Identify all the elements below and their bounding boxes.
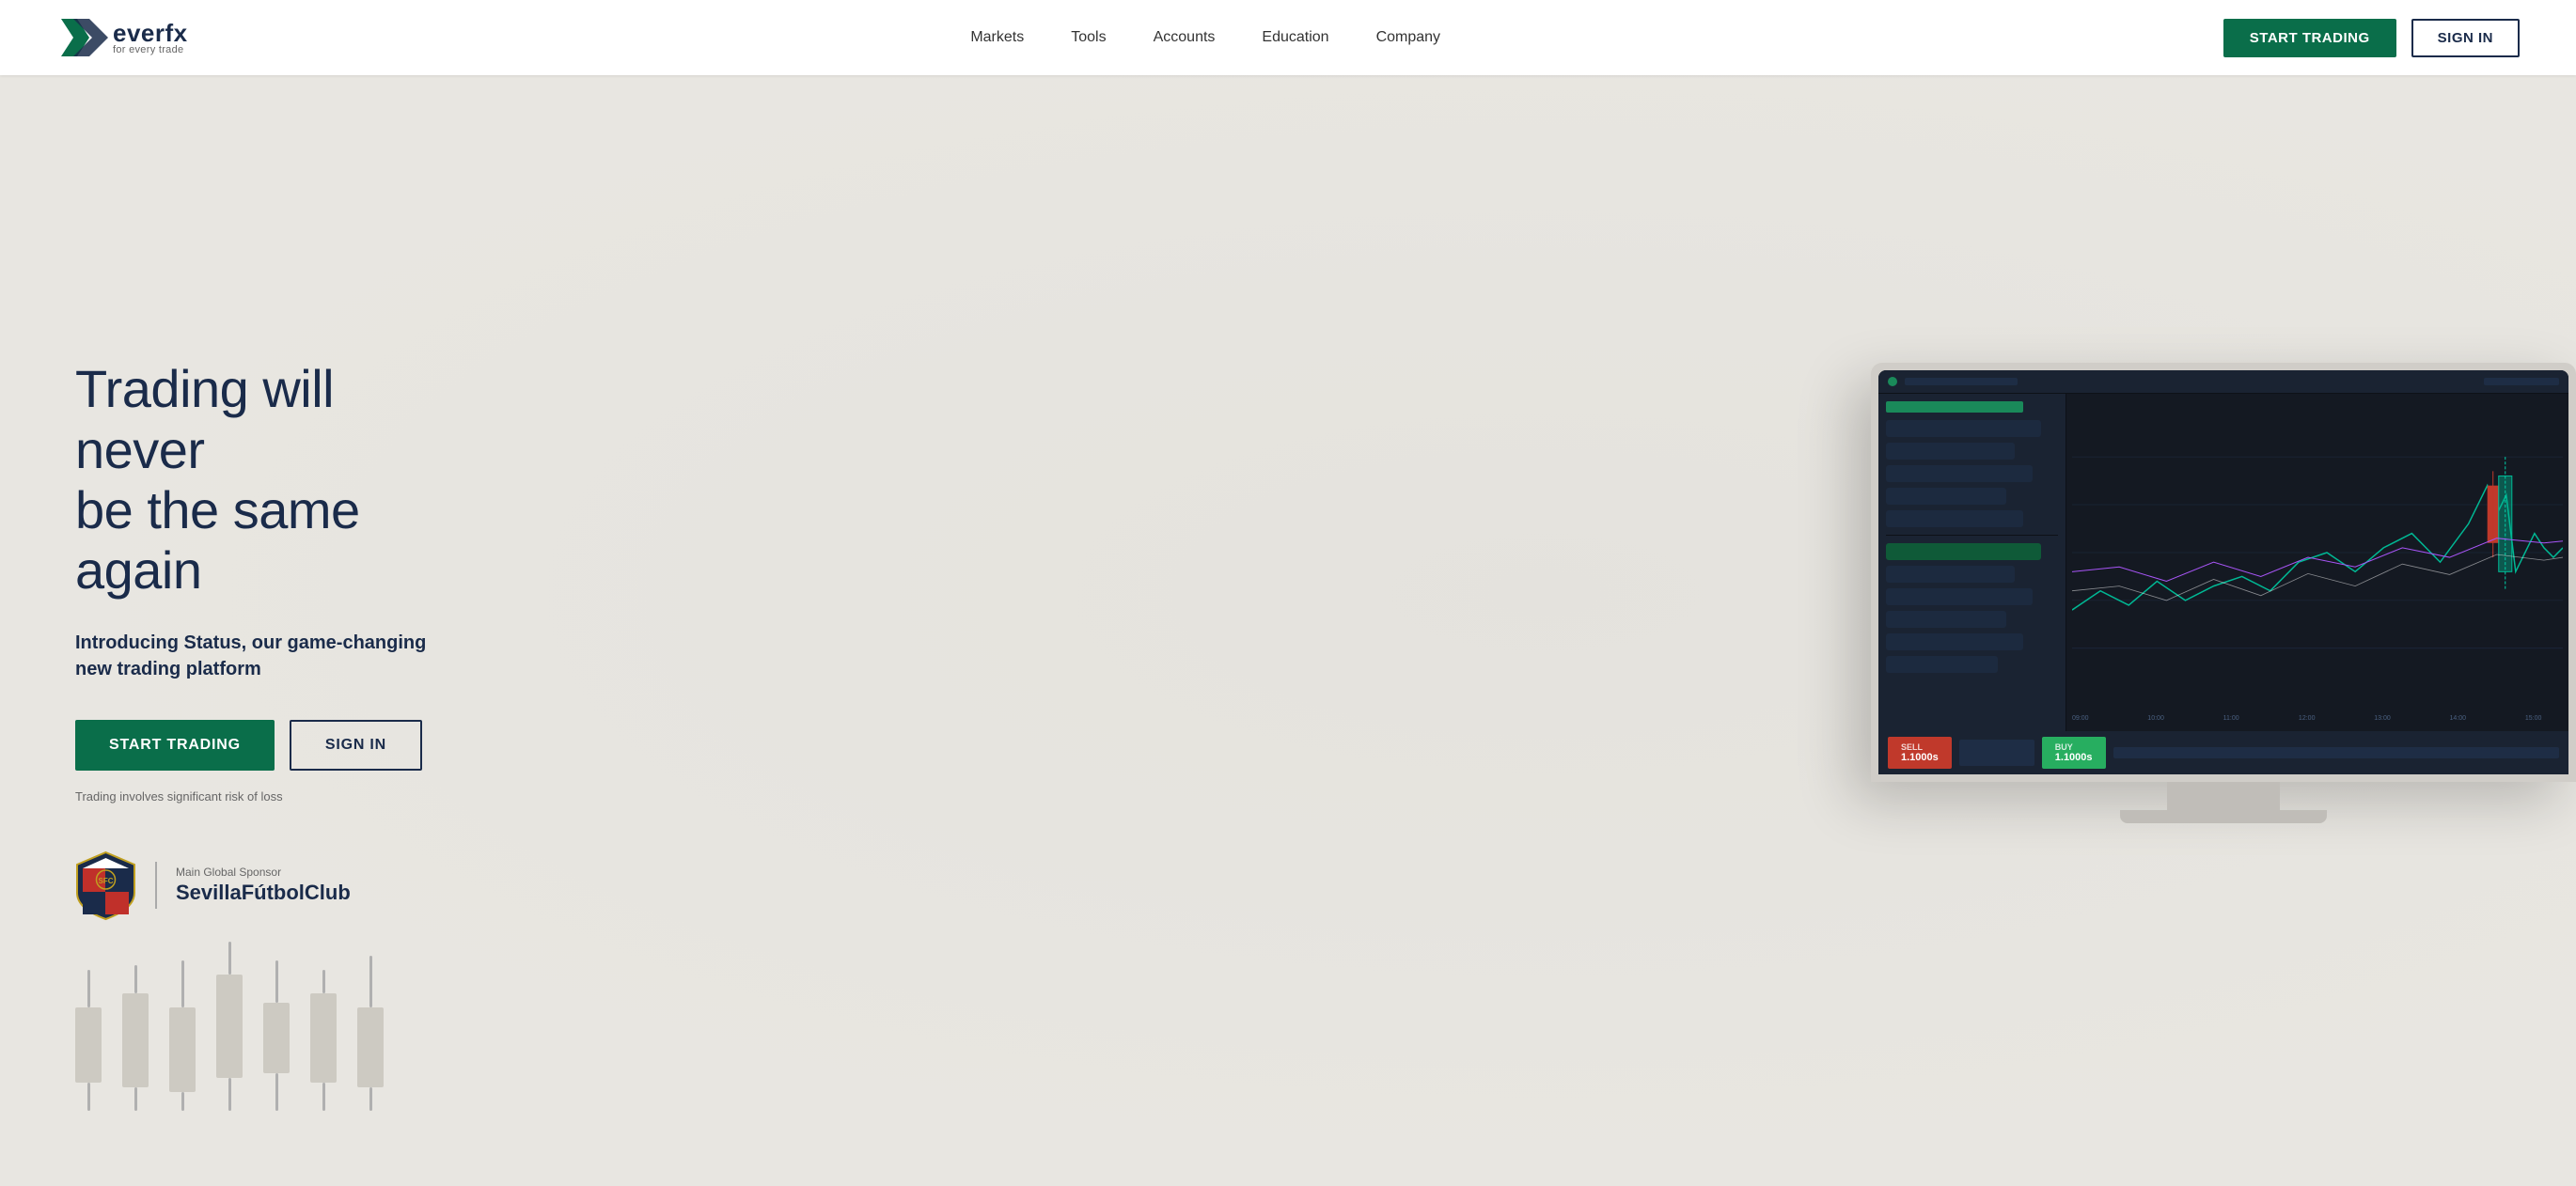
- hero-section: Trading will never be the same again Int…: [0, 0, 2576, 1186]
- sidebar-divider: [1886, 535, 2058, 536]
- logo-name: everfx: [113, 21, 188, 45]
- sidebar-row-4: [1886, 488, 2006, 505]
- platform-controls: [2484, 378, 2559, 385]
- platform-ui: 09:00 10:00 11:00 12:00 13:00 14:00 15:0…: [1878, 370, 2568, 774]
- logo-tagline: for every trade: [113, 45, 188, 55]
- sell-label: SELL: [1901, 742, 1939, 752]
- platform-sidebar: [1878, 394, 2066, 730]
- buy-label: BUY: [2055, 742, 2093, 752]
- nav-link-education[interactable]: Education: [1262, 29, 1328, 45]
- candlesticks-decoration: [75, 942, 384, 1111]
- hero-headline-line1: Trading will never: [75, 359, 334, 478]
- svg-text:13:00: 13:00: [2374, 716, 2391, 723]
- platform-main: 09:00 10:00 11:00 12:00 13:00 14:00 15:0…: [2066, 394, 2568, 730]
- hero-headline-line2: be the same again: [75, 480, 360, 600]
- hero-content: Trading will never be the same again Int…: [0, 284, 517, 977]
- sell-price: 1.1000s: [1901, 752, 1939, 763]
- sidebar-row-11: [1886, 656, 1998, 673]
- candlestick-6: [357, 956, 384, 1111]
- sidebar-row-10: [1886, 633, 2023, 650]
- nav-link-tools[interactable]: Tools: [1071, 29, 1106, 45]
- svg-text:11:00: 11:00: [2223, 716, 2239, 723]
- sponsor-name: SevillaFútbolClub: [176, 881, 351, 905]
- platform-logo-dot: [1888, 377, 1897, 386]
- platform-bottom-bar: SELL 1.1000s BUY 1.1000s: [1878, 731, 2568, 774]
- nav-links: Markets Tools Accounts Education Company: [970, 29, 1440, 46]
- svg-text:15:00: 15:00: [2525, 716, 2542, 723]
- candlestick-5: [310, 970, 337, 1111]
- sidebar-row-6: [1886, 543, 2041, 560]
- sidebar-row-1: [1886, 420, 2041, 437]
- sidebar-row-5: [1886, 510, 2023, 527]
- sponsor-shield-icon: SFC: [75, 850, 136, 921]
- hero-sign-in-button[interactable]: SIGN IN: [290, 720, 422, 771]
- nav-item-company[interactable]: Company: [1376, 29, 1440, 46]
- nav-start-trading-button[interactable]: START TRADING: [2223, 19, 2396, 57]
- nav-link-accounts[interactable]: Accounts: [1154, 29, 1216, 45]
- sponsor-text: Main Global Sponsor SevillaFútbolClub: [176, 866, 351, 905]
- candlestick-4: [263, 960, 290, 1111]
- candlestick-2: [169, 960, 196, 1111]
- candlestick-3: [216, 942, 243, 1111]
- navbar: everfx for every trade Markets Tools Acc…: [0, 0, 2576, 75]
- nav-link-company[interactable]: Company: [1376, 29, 1440, 45]
- hero-buttons: START TRADING SIGN IN: [75, 720, 442, 771]
- sidebar-row-9: [1886, 611, 2006, 628]
- nav-actions: START TRADING SIGN IN: [2223, 19, 2520, 57]
- sponsor-label: Main Global Sponsor: [176, 866, 351, 879]
- hero-headline: Trading will never be the same again: [75, 359, 442, 601]
- svg-text:14:00: 14:00: [2450, 716, 2467, 723]
- svg-text:09:00: 09:00: [2072, 716, 2089, 723]
- platform-body: 09:00 10:00 11:00 12:00 13:00 14:00 15:0…: [1878, 394, 2568, 730]
- hero-disclaimer: Trading involves significant risk of los…: [75, 789, 442, 804]
- hero-start-trading-button[interactable]: START TRADING: [75, 720, 275, 771]
- chart-area: 09:00 10:00 11:00 12:00 13:00 14:00 15:0…: [2072, 399, 2563, 725]
- monitor-screen: 09:00 10:00 11:00 12:00 13:00 14:00 15:0…: [1878, 370, 2568, 774]
- monitor-stand-neck: [2167, 782, 2280, 810]
- nav-item-tools[interactable]: Tools: [1071, 29, 1106, 46]
- sponsor-divider: [155, 862, 157, 909]
- sidebar-row-8: [1886, 588, 2033, 605]
- nav-link-markets[interactable]: Markets: [970, 29, 1024, 45]
- buy-box: BUY 1.1000s: [2042, 737, 2106, 769]
- sidebar-row-2: [1886, 443, 2015, 460]
- logo-icon: [56, 9, 113, 66]
- sidebar-header: [1886, 401, 2023, 413]
- monitor-frame: 09:00 10:00 11:00 12:00 13:00 14:00 15:0…: [1871, 363, 2576, 782]
- chart-svg: 09:00 10:00 11:00 12:00 13:00 14:00 15:0…: [2072, 399, 2563, 725]
- sponsor-section: SFC Main Global Sponsor SevillaFútbolClu…: [75, 850, 442, 921]
- price-spread: [1959, 740, 2034, 766]
- sell-box: SELL 1.1000s: [1888, 737, 1952, 769]
- sidebar-row-3: [1886, 465, 2033, 482]
- svg-text:12:00: 12:00: [2299, 716, 2316, 723]
- platform-topbar: [1878, 370, 2568, 394]
- bottom-info-bar: [2113, 747, 2559, 758]
- svg-text:SFC: SFC: [99, 877, 114, 885]
- candlestick-1: [122, 965, 149, 1111]
- hero-subheadline: Introducing Status, our game-changing ne…: [75, 630, 442, 682]
- nav-item-markets[interactable]: Markets: [970, 29, 1024, 46]
- nav-sign-in-button[interactable]: SIGN IN: [2411, 19, 2520, 57]
- logo[interactable]: everfx for every trade: [56, 9, 188, 66]
- monitor-wrapper: 09:00 10:00 11:00 12:00 13:00 14:00 15:0…: [1871, 363, 2576, 823]
- nav-item-education[interactable]: Education: [1262, 29, 1328, 46]
- nav-item-accounts[interactable]: Accounts: [1154, 29, 1216, 46]
- platform-title-bar: [1905, 378, 2018, 385]
- svg-text:10:00: 10:00: [2147, 716, 2164, 723]
- sidebar-row-7: [1886, 566, 2015, 583]
- monitor-stand-base: [2120, 810, 2327, 823]
- candlestick-0: [75, 970, 102, 1111]
- buy-price: 1.1000s: [2055, 752, 2093, 763]
